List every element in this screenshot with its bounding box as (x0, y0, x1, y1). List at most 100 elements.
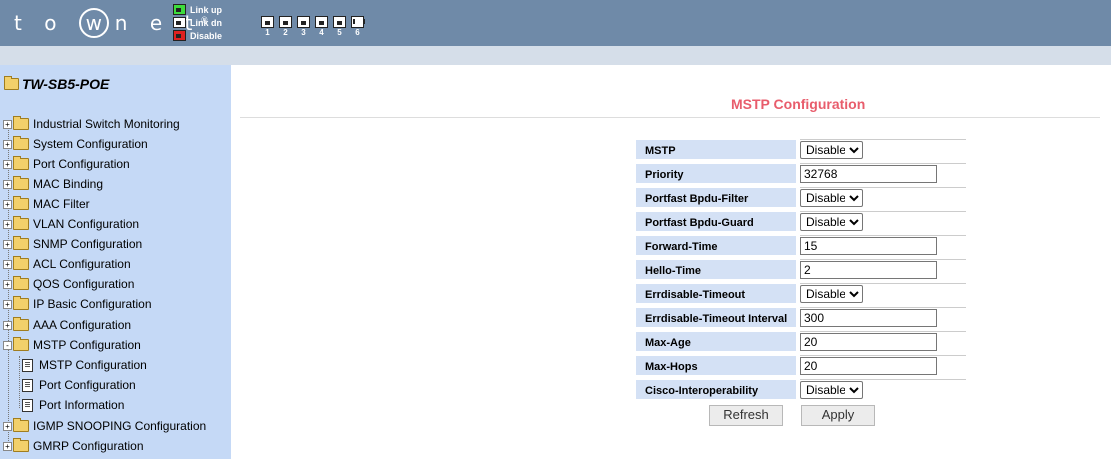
expand-icon[interactable]: + (3, 320, 12, 330)
expand-icon[interactable]: + (3, 219, 12, 229)
mstp-select[interactable]: Disable (800, 141, 863, 159)
sidebar-item-label: System Configuration (33, 137, 148, 151)
sidebar-item-mstp-configuration[interactable]: - MSTP Configuration (3, 336, 141, 354)
ethernet-port-icon (261, 16, 274, 28)
field-label: Forward-Time (636, 235, 796, 255)
hello-time-input[interactable] (800, 261, 937, 279)
tree-root[interactable]: TW-SB5-POE (4, 76, 109, 92)
title-separator (240, 95, 1100, 118)
legend-link-up: Link up (173, 3, 222, 16)
folder-icon (13, 236, 29, 250)
sidebar-item-label: VLAN Configuration (33, 217, 140, 231)
collapse-icon[interactable]: - (3, 340, 12, 350)
folder-icon (13, 156, 29, 170)
sidebar-item-label: IGMP SNOOPING Configuration (33, 419, 207, 433)
sidebar-item-ip-basic-configuration[interactable]: + IP Basic Configuration (3, 295, 152, 313)
sidebar-item-mac-filter[interactable]: + MAC Filter (3, 195, 90, 213)
sidebar-item-igmp-snooping-configuration[interactable]: + IGMP SNOOPING Configuration (3, 417, 206, 435)
sidebar-item-label: MSTP Configuration (33, 338, 141, 352)
field-label: Max-Age (636, 331, 796, 351)
sidebar-subitem-mstp-configuration[interactable]: MSTP Configuration (22, 356, 147, 374)
expand-icon[interactable]: + (3, 299, 12, 309)
sidebar-item-acl-configuration[interactable]: + ACL Configuration (3, 255, 131, 273)
port-2[interactable]: 2 (277, 16, 294, 37)
fiber-port-icon (351, 16, 365, 28)
folder-icon (13, 256, 29, 270)
max-hops-input[interactable] (800, 357, 937, 375)
folder-icon (13, 276, 29, 290)
expand-icon[interactable]: + (3, 179, 12, 189)
ethernet-port-icon (315, 16, 328, 28)
forward-time-input[interactable] (800, 237, 937, 255)
sidebar-item-label: IP Basic Configuration (33, 297, 152, 311)
expand-icon[interactable]: + (3, 239, 12, 249)
row-portfast-bpdu-guard: Portfast Bpdu-Guard Disable (636, 211, 966, 231)
port-3[interactable]: 3 (295, 16, 312, 37)
field-label: MSTP (636, 139, 796, 159)
disable-icon (173, 30, 186, 41)
sidebar-item-qos-configuration[interactable]: + QOS Configuration (3, 275, 134, 293)
ethernet-port-icon (279, 16, 292, 28)
port-number: 4 (319, 28, 324, 37)
priority-input[interactable] (800, 165, 937, 183)
expand-icon[interactable]: + (3, 421, 12, 431)
expand-icon[interactable]: + (3, 159, 12, 169)
sidebar-subitem-port-information[interactable]: Port Information (22, 396, 124, 414)
field-label: Cisco-Interoperability (636, 379, 796, 399)
sidebar-item-label: Port Information (39, 398, 125, 412)
expand-icon[interactable]: + (3, 199, 12, 209)
ethernet-port-icon (297, 16, 310, 28)
port-4[interactable]: 4 (313, 16, 330, 37)
sidebar-item-industrial-switch-monitoring[interactable]: + Industrial Switch Monitoring (3, 115, 180, 133)
ethernet-port-icon (333, 16, 346, 28)
field-value-cell: Disable (800, 187, 966, 208)
max-age-input[interactable] (800, 333, 937, 351)
expand-icon[interactable]: + (3, 139, 12, 149)
errdisable-timeout-interval-input[interactable] (800, 309, 937, 327)
errdisable-timeout-select[interactable]: Disable (800, 285, 863, 303)
sidebar-item-label: MAC Filter (33, 197, 90, 211)
sidebar-item-port-configuration[interactable]: + Port Configuration (3, 155, 130, 173)
field-label: Portfast Bpdu-Filter (636, 187, 796, 207)
document-icon (22, 398, 33, 412)
sidebar-item-mac-binding[interactable]: + MAC Binding (3, 175, 103, 193)
portfast-bpdu-filter-select[interactable]: Disable (800, 189, 863, 207)
sidebar-item-label: SNMP Configuration (33, 237, 143, 251)
sidebar-item-snmp-configuration[interactable]: + SNMP Configuration (3, 235, 142, 253)
legend-link-down: Link dn (173, 16, 222, 29)
sidebar-subitem-port-configuration[interactable]: Port Configuration (22, 376, 136, 394)
port-number: 2 (283, 28, 288, 37)
expand-icon[interactable]: + (3, 119, 12, 129)
sidebar-item-system-configuration[interactable]: + System Configuration (3, 135, 148, 153)
sidebar-item-gmrp-configuration[interactable]: + GMRP Configuration (3, 437, 144, 455)
apply-button[interactable]: Apply (801, 405, 875, 426)
port-1[interactable]: 1 (259, 16, 276, 37)
folder-icon (13, 176, 29, 190)
cisco-interoperability-select[interactable]: Disable (800, 381, 863, 399)
port-5[interactable]: 5 (331, 16, 348, 37)
portfast-bpdu-guard-select[interactable]: Disable (800, 213, 863, 231)
port-status-legend: Link up Link dn Disable (173, 3, 222, 42)
tree-guide-line (19, 356, 20, 408)
folder-icon (13, 216, 29, 230)
field-label: Portfast Bpdu-Guard (636, 211, 796, 231)
sidebar-item-label: MAC Binding (33, 177, 104, 191)
refresh-button[interactable]: Refresh (709, 405, 783, 426)
row-portfast-bpdu-filter: Portfast Bpdu-Filter Disable (636, 187, 966, 207)
expand-icon[interactable]: + (3, 259, 12, 269)
expand-icon[interactable]: + (3, 441, 12, 451)
port-number: 1 (265, 28, 270, 37)
row-hello-time: Hello-Time (636, 259, 966, 279)
sidebar-item-label: GMRP Configuration (33, 439, 144, 453)
top-banner: t o wn e t® Link up Link dn Disable 1 2 … (0, 0, 1111, 46)
sidebar-item-label: Industrial Switch Monitoring (33, 117, 180, 131)
page-title: MSTP Configuration (731, 96, 866, 112)
expand-icon[interactable]: + (3, 279, 12, 289)
sidebar-item-aaa-configuration[interactable]: + AAA Configuration (3, 316, 131, 334)
row-cisco-interoperability: Cisco-Interoperability Disable (636, 379, 966, 399)
logo-w-circle: w (78, 8, 109, 38)
sidebar-item-vlan-configuration[interactable]: + VLAN Configuration (3, 215, 139, 233)
device-name: TW-SB5-POE (22, 76, 110, 92)
field-value-cell: Disable (800, 283, 966, 304)
port-6[interactable]: 6 (349, 16, 366, 37)
